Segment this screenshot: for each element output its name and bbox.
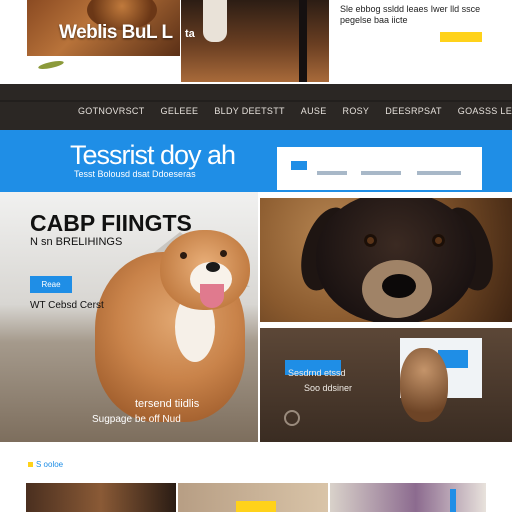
feature-panel-golden-dog[interactable]: CABP FIINGTS N sn BRELIHINGS Reae WT Ceb… (0, 192, 258, 442)
blue-accent (450, 489, 456, 512)
nav-item[interactable]: Bldy Deetstt (214, 106, 284, 116)
feature-subtitle: N sn BRELIHINGS (30, 236, 123, 248)
hero-image-table[interactable]: ta (181, 0, 329, 82)
dog-eye (180, 252, 187, 259)
section-label[interactable]: S ooloe (28, 460, 63, 469)
dog-eye (220, 250, 227, 257)
nav-item[interactable]: Gotnovrsct (78, 106, 145, 116)
leaf-icon (37, 59, 65, 71)
banner-headline: Tessrist doy ah (70, 140, 236, 170)
puppy-shape (400, 348, 448, 422)
nav-item[interactable]: Geleee (161, 106, 199, 116)
hero-image-dog[interactable]: Weblis BuL L (27, 0, 180, 56)
card-text-line (361, 171, 401, 175)
yellow-badge (236, 501, 276, 512)
nav-list: Gotnovrsct Geleee Bldy Deetstt Ause Rosy… (78, 106, 512, 116)
promo-cta-button[interactable] (440, 32, 482, 42)
promo-text: Sle ebbog ssldd leaes Iwer lld ssce pege… (340, 4, 481, 25)
card-blue-pill[interactable] (291, 161, 307, 170)
dog-eye (432, 234, 445, 247)
nav-item[interactable]: Deesrpsat (385, 106, 442, 116)
nav-divider (0, 100, 512, 102)
feature-title: CABP FIINGTS (30, 210, 192, 236)
thumbnail[interactable] (330, 483, 486, 512)
nav-item[interactable]: Rosy (343, 106, 370, 116)
feature-body: WT Cebsd Cerst (30, 300, 104, 311)
bullet-icon (28, 462, 33, 467)
main-navigation: Gotnovrsct Geleee Bldy Deetstt Ause Rosy… (0, 84, 512, 130)
banner-subline: Tesst Bolousd dsat Ddoeseras (74, 169, 196, 179)
feature-caption: tersend tiidlis (135, 398, 200, 410)
feature-panel-puppy-card[interactable]: Sesdrnd etssd Soo ddsiner (260, 328, 512, 442)
card-text-line (317, 171, 347, 175)
dog-nose-shape (382, 274, 416, 298)
dog-nose-shape (206, 262, 220, 272)
feature-grid: CABP FIINGTS N sn BRELIHINGS Reae WT Ceb… (0, 192, 512, 442)
dog-eye (364, 234, 377, 247)
card-text-line (417, 171, 461, 175)
circle-icon[interactable] (284, 410, 300, 426)
top-hero-strip: Weblis BuL L ta Sle ebbog ssldd leaes Iw… (0, 0, 512, 84)
nav-item[interactable]: Goasss Lec (458, 106, 512, 116)
table-leg-shape (299, 0, 307, 82)
thumbnail-row (26, 483, 486, 512)
dog-tongue-shape (200, 284, 224, 308)
card-text: Soo ddsiner (304, 383, 353, 393)
hero-badge: ta (185, 28, 195, 40)
feature-tag-button[interactable]: Reae (30, 276, 72, 293)
card-text: Sesdrnd etssd (288, 368, 346, 378)
dog-paw-shape (203, 0, 227, 42)
thumbnail[interactable] (26, 483, 176, 512)
section-label-text: S ooloe (36, 460, 64, 469)
feature-panel-black-dog[interactable] (260, 198, 512, 322)
thumbnail[interactable] (178, 483, 328, 512)
feature-caption: Sugpage be off Nud (92, 414, 181, 425)
blue-banner: Tessrist doy ah Tesst Bolousd dsat Ddoes… (0, 130, 512, 192)
hero-title: Weblis BuL L (59, 22, 173, 43)
nav-item[interactable]: Ause (301, 106, 327, 116)
banner-search-card[interactable] (277, 147, 482, 190)
